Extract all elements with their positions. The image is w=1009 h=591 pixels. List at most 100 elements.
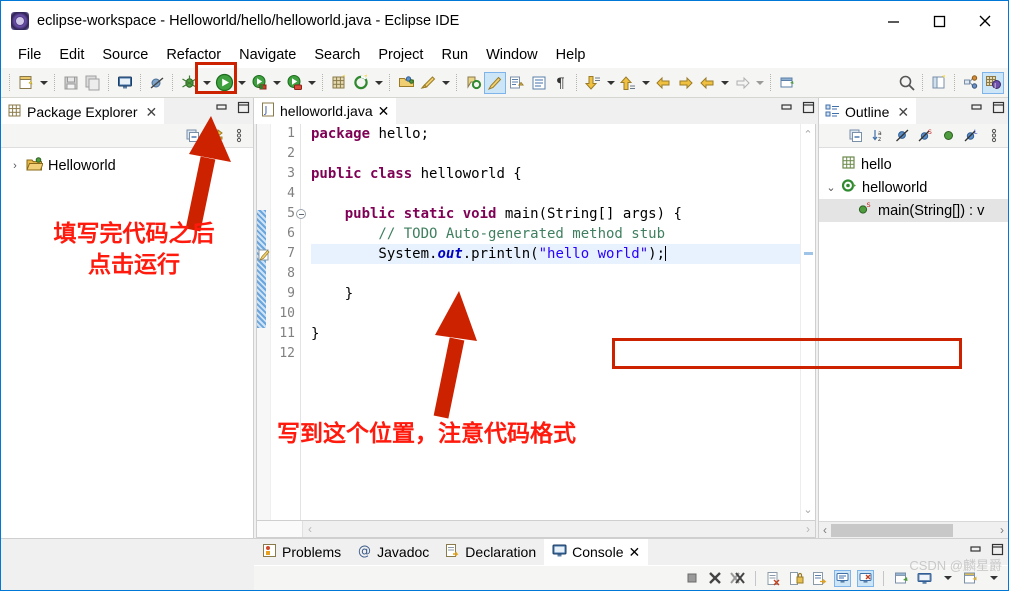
menu-navigate[interactable]: Navigate: [230, 45, 305, 65]
collapse-twisty-icon[interactable]: ⌄: [825, 181, 837, 194]
editor-horizontal-scrollbar[interactable]: ‹ ›: [256, 521, 816, 538]
search-marker-icon[interactable]: [462, 72, 484, 94]
forward-nav-icon[interactable]: [731, 72, 753, 94]
display-selected-console-icon[interactable]: [893, 570, 910, 587]
close-icon[interactable]: ✕: [897, 105, 909, 119]
word-wrap-icon[interactable]: [811, 570, 828, 587]
code-editor[interactable]: 1 2 3 4 5 6 7 8 9 10 11 12 package hello…: [256, 124, 816, 521]
view-menu-icon[interactable]: [231, 128, 247, 144]
expand-twisty-icon[interactable]: ›: [9, 160, 21, 172]
save-icon[interactable]: [60, 72, 82, 94]
menu-run[interactable]: Run: [432, 45, 477, 65]
hide-nonpublic-icon[interactable]: [940, 128, 956, 144]
scroll-right-arrow-icon[interactable]: ›: [806, 522, 810, 536]
hscroll-track[interactable]: ‹ ›: [303, 522, 815, 536]
hide-fields-icon[interactable]: [894, 128, 910, 144]
pilcrow-icon[interactable]: ¶: [550, 72, 572, 94]
outline-item-method[interactable]: S main(String[]) : v: [819, 199, 1008, 222]
run-dropdown[interactable]: [235, 72, 248, 94]
scroll-lock-icon[interactable]: [788, 570, 805, 587]
collapse-all-icon[interactable]: [185, 128, 201, 144]
outline-item-package[interactable]: hello: [819, 153, 1008, 176]
open-console-icon[interactable]: [114, 72, 136, 94]
tab-package-explorer[interactable]: Package Explorer ✕: [1, 98, 165, 124]
menu-help[interactable]: Help: [547, 45, 595, 65]
terminate-icon[interactable]: [683, 570, 700, 587]
back-history-icon[interactable]: [652, 72, 674, 94]
pin-console-icon[interactable]: [857, 569, 874, 587]
forward-history-icon[interactable]: [674, 72, 696, 94]
close-icon[interactable]: ✕: [146, 105, 158, 119]
close-icon[interactable]: ✕: [629, 544, 641, 561]
run-external-tools-icon[interactable]: [248, 72, 270, 94]
maximize-icon[interactable]: [802, 101, 815, 117]
tab-javadoc[interactable]: @ Javadoc: [349, 539, 437, 565]
minimize-button[interactable]: [870, 1, 916, 41]
minimize-icon[interactable]: [969, 543, 982, 559]
previous-annotation-dropdown[interactable]: [639, 72, 652, 94]
open-task-dropdown[interactable]: [439, 72, 452, 94]
scroll-left-arrow-icon[interactable]: ‹: [819, 523, 831, 537]
remove-all-terminated-icon[interactable]: [729, 570, 746, 587]
remove-launch-icon[interactable]: [706, 570, 723, 587]
tab-helloworld-java[interactable]: J helloworld.java ✕: [254, 98, 397, 124]
save-all-icon[interactable]: [82, 72, 104, 94]
quick-access-search-icon[interactable]: [896, 72, 918, 94]
open-console-dropdown[interactable]: [985, 570, 1002, 587]
open-task-icon[interactable]: [417, 72, 439, 94]
debug-dropdown[interactable]: [200, 72, 213, 94]
maximize-icon[interactable]: [237, 101, 250, 114]
hide-local-types-icon[interactable]: L: [963, 128, 979, 144]
maximize-icon[interactable]: [991, 543, 1004, 559]
new-java-class-icon[interactable]: [350, 72, 372, 94]
editor-vertical-scrollbar[interactable]: ⌃ ⌄: [800, 124, 815, 520]
hide-static-icon[interactable]: S: [917, 128, 933, 144]
maximize-button[interactable]: [916, 1, 962, 41]
forward-nav-dropdown[interactable]: [753, 72, 766, 94]
sort-icon[interactable]: az: [871, 128, 887, 144]
toggle-markoccurrences-icon[interactable]: [484, 71, 506, 94]
menu-edit[interactable]: Edit: [50, 45, 93, 65]
menu-search[interactable]: Search: [305, 45, 369, 65]
open-perspective-icon[interactable]: [928, 72, 950, 94]
show-console-on-output-icon[interactable]: [834, 569, 851, 587]
debug-icon[interactable]: [178, 72, 200, 94]
open-console-icon[interactable]: [916, 570, 933, 587]
tab-declaration[interactable]: Declaration: [437, 539, 544, 565]
view-menu-icon[interactable]: [986, 128, 1002, 144]
editor-marker-bar[interactable]: [257, 124, 271, 520]
external-tools-dropdown[interactable]: [270, 72, 283, 94]
perspective-java-icon[interactable]: J: [982, 71, 1004, 94]
package-explorer-tree[interactable]: › Helloworld: [1, 148, 253, 538]
outline-horizontal-scrollbar[interactable]: ‹ ›: [819, 521, 1008, 538]
scroll-down-arrow-icon[interactable]: ⌄: [803, 499, 812, 520]
collapse-all-icon[interactable]: [848, 128, 864, 144]
back-nav-icon[interactable]: [696, 72, 718, 94]
skip-breakpoints-icon[interactable]: [146, 72, 168, 94]
scroll-left-arrow-icon[interactable]: ‹: [308, 522, 312, 536]
tab-outline[interactable]: Outline ✕: [819, 98, 917, 124]
run-icon[interactable]: [213, 72, 235, 94]
next-annotation-dropdown[interactable]: [604, 72, 617, 94]
close-icon[interactable]: ✕: [378, 103, 390, 120]
scroll-up-arrow-icon[interactable]: ⌃: [803, 124, 812, 141]
show-whitespace-icon[interactable]: [528, 72, 550, 94]
minimize-icon[interactable]: [215, 101, 228, 114]
menu-window[interactable]: Window: [477, 45, 547, 65]
menu-refactor[interactable]: Refactor: [157, 45, 230, 65]
previous-annotation-icon[interactable]: [617, 72, 639, 94]
close-button[interactable]: [962, 1, 1008, 41]
outline-item-class[interactable]: ⌄ helloworld: [819, 176, 1008, 199]
new-wizard-dropdown[interactable]: [37, 72, 50, 94]
link-editor-icon[interactable]: [506, 72, 528, 94]
coverage-dropdown[interactable]: [305, 72, 318, 94]
minimize-icon[interactable]: [780, 101, 793, 117]
scroll-right-arrow-icon[interactable]: ›: [996, 523, 1008, 537]
back-nav-dropdown[interactable]: [718, 72, 731, 94]
open-type-icon[interactable]: [395, 72, 417, 94]
new-console-view-icon[interactable]: [962, 570, 979, 587]
new-class-dropdown[interactable]: [372, 72, 385, 94]
menu-source[interactable]: Source: [93, 45, 157, 65]
menu-file[interactable]: File: [9, 45, 50, 65]
maximize-icon[interactable]: [992, 101, 1005, 117]
